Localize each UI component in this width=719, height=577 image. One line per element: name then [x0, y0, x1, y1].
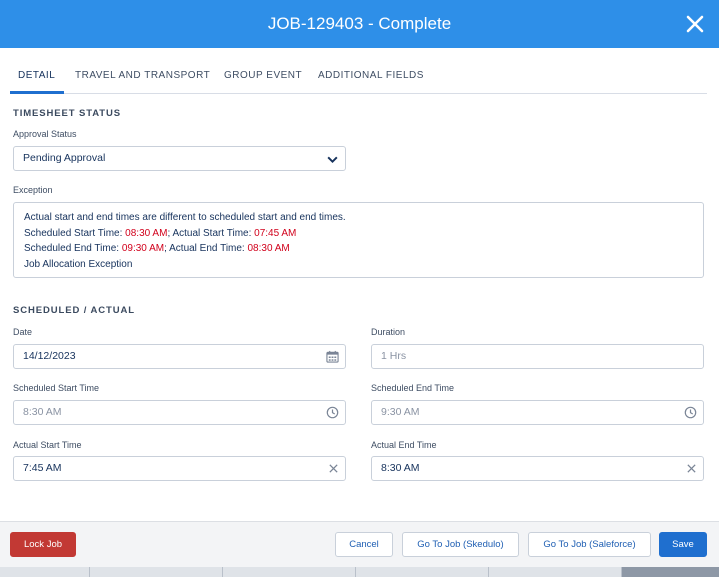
date-label: Date — [13, 327, 33, 337]
approval-status-value: Pending Approval — [23, 152, 106, 164]
tab-group-event[interactable]: GROUP EVENT — [224, 70, 302, 81]
clock-icon — [326, 406, 339, 419]
save-button[interactable]: Save — [659, 532, 707, 557]
duration-label: Duration — [371, 327, 406, 337]
approval-status-label: Approval Status — [13, 129, 77, 139]
duration-input[interactable]: 1 Hrs — [371, 344, 704, 369]
scheduled-start-value: 8:30 AM — [23, 406, 62, 418]
tab-additional-fields[interactable]: ADDITIONAL FIELDS — [318, 70, 424, 81]
date-value: 14/12/2023 — [23, 350, 76, 362]
cancel-button[interactable]: Cancel — [335, 532, 393, 557]
modal-footer: Lock Job Cancel Go To Job (Skedulo) Go T… — [0, 521, 719, 567]
clear-icon[interactable] — [328, 463, 339, 474]
actual-end-value: 8:30 AM — [381, 462, 420, 474]
duration-value: 1 Hrs — [381, 350, 407, 362]
exception-line-2: Scheduled Start Time: 08:30 AM; Actual S… — [24, 226, 693, 242]
actual-start-time-red: 07:45 AM — [254, 227, 297, 239]
exception-label: Exception — [13, 185, 53, 195]
date-input[interactable]: 14/12/2023 — [13, 344, 346, 369]
background-segment — [223, 567, 356, 577]
sched-start-text: Scheduled Start Time: — [24, 227, 126, 239]
background-segment — [90, 567, 223, 577]
clock-icon — [684, 406, 697, 419]
background-segment — [0, 567, 90, 577]
actual-start-value: 7:45 AM — [23, 462, 62, 474]
tab-detail[interactable]: DETAIL — [18, 70, 55, 81]
go-to-job-skedulo-button[interactable]: Go To Job (Skedulo) — [402, 532, 519, 557]
tab-bar: DETAIL TRAVEL AND TRANSPORT GROUP EVENT … — [10, 62, 707, 94]
lock-job-button[interactable]: Lock Job — [10, 532, 76, 557]
approval-status-select[interactable]: Pending Approval — [13, 146, 346, 171]
exception-line-1: Actual start and end times are different… — [24, 212, 346, 223]
clear-icon[interactable] — [686, 463, 697, 474]
background-segment — [356, 567, 489, 577]
active-tab-indicator — [10, 91, 64, 94]
exception-line-4: Job Allocation Exception — [24, 258, 133, 270]
scheduled-start-input[interactable]: 8:30 AM — [13, 400, 346, 425]
tab-travel-and-transport[interactable]: TRAVEL AND TRANSPORT — [75, 70, 210, 81]
sched-start-time-red: 08:30 AM — [125, 227, 168, 239]
sched-end-time-red: 09:30 AM — [121, 243, 165, 254]
modal-title: JOB-129403 - Complete — [267, 14, 452, 33]
scheduled-end-value: 9:30 AM — [381, 406, 420, 418]
actual-end-label: Actual End Time — [371, 440, 437, 450]
background-strip — [0, 567, 719, 577]
calendar-icon[interactable] — [326, 350, 339, 363]
actual-end-text: ; Actual End Time: — [164, 243, 248, 254]
chevron-down-icon — [327, 156, 338, 164]
go-to-job-salesforce-button[interactable]: Go To Job (Saleforce) — [528, 532, 651, 557]
section-title-timesheet-status: TIMESHEET STATUS — [13, 108, 121, 119]
background-segment — [489, 567, 622, 577]
modal-header: JOB-129403 - Complete — [0, 0, 719, 48]
actual-end-input[interactable]: 8:30 AM — [371, 456, 704, 481]
exception-line-3: Scheduled End Time: 09:30 AM; Actual End… — [24, 241, 693, 257]
close-icon[interactable] — [685, 14, 705, 34]
exception-textarea[interactable]: Actual start and end times are different… — [13, 202, 704, 278]
actual-end-time-red: 08:30 AM — [247, 243, 290, 254]
actual-start-text: ; Actual Start Time: — [167, 227, 255, 239]
actual-start-input[interactable]: 7:45 AM — [13, 456, 346, 481]
scheduled-end-input[interactable]: 9:30 AM — [371, 400, 704, 425]
scheduled-start-label: Scheduled Start Time — [13, 383, 100, 393]
actual-start-label: Actual Start Time — [13, 440, 82, 450]
background-segment-dark — [622, 567, 719, 577]
scheduled-end-label: Scheduled End Time — [371, 383, 455, 393]
section-title-scheduled-actual: SCHEDULED / ACTUAL — [13, 305, 135, 316]
sched-end-text: Scheduled End Time: — [24, 243, 122, 254]
